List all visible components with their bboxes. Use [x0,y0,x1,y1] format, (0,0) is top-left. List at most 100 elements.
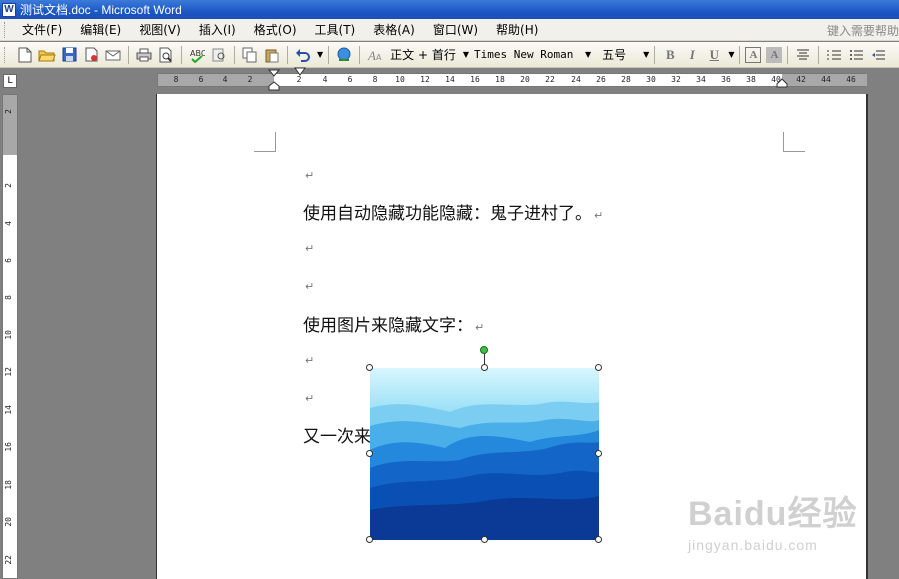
menu-bar: 文件(F) 编辑(E) 视图(V) 插入(I) 格式(O) 工具(T) 表格(A… [0,19,899,41]
right-indent-marker[interactable] [776,78,788,88]
decrease-indent-icon[interactable] [868,45,888,65]
menu-tools[interactable]: 工具(T) [306,19,365,41]
h-ruler-number: 8 [173,75,179,84]
font-size-dropdown[interactable]: 五号 [599,46,639,63]
resize-handle-right[interactable] [595,450,602,457]
paragraph-line[interactable]: 使用自动隐藏功能隐藏：鬼子进村了。 ↵ [303,199,603,224]
toolbar-separator [328,45,330,64]
resize-handle-bottom[interactable] [481,536,488,543]
bold-button[interactable]: B [660,45,680,65]
permission-icon[interactable] [81,45,101,65]
menu-window[interactable]: 窗口(W) [424,19,487,41]
paragraph-mark: ↵ [594,209,604,222]
h-ruler-number: 16 [470,75,480,84]
v-ruler-number: 2 [4,109,13,114]
copy-icon[interactable] [240,45,260,65]
undo-icon[interactable] [293,45,313,65]
paragraph-mark: ↵ [305,242,315,255]
menu-insert[interactable]: 插入(I) [190,19,245,41]
resize-handle-left[interactable] [366,450,373,457]
styles-pane-icon[interactable]: AA [365,45,385,65]
paste-icon[interactable] [262,45,282,65]
resize-handle-bottom-right[interactable] [595,536,602,543]
italic-button[interactable]: I [682,45,702,65]
horizontal-ruler[interactable]: 8 6 4 2 2 4 6 8 10 12 14 16 18 20 22 24 … [157,67,867,91]
research-icon[interactable] [209,45,229,65]
resize-handle-bottom-left[interactable] [366,536,373,543]
v-ruler-number: 16 [4,442,13,452]
svg-text:ABC: ABC [190,49,205,58]
menu-format[interactable]: 格式(O) [245,19,306,41]
char-border-button[interactable]: A [745,46,762,63]
align-center-icon[interactable] [793,45,813,65]
toolbar-separator [654,45,656,64]
h-ruler-number: 2 [247,75,253,84]
save-icon[interactable] [59,45,79,65]
resize-handle-top-left[interactable] [366,364,373,371]
hyperlink-icon[interactable] [334,45,354,65]
menu-file[interactable]: 文件(F) [13,19,71,41]
h-ruler-number: 32 [671,75,681,84]
paragraph-line[interactable]: ↵ [303,349,314,369]
resize-handle-top[interactable] [481,364,488,371]
h-ruler-number: 46 [846,75,856,84]
toolbar-separator [359,45,361,64]
paragraph-line[interactable]: 使用图片来隐藏文字： ↵ [303,311,484,336]
font-size-dropdown-icon[interactable]: ▼ [643,50,649,59]
print-icon[interactable] [134,45,154,65]
menu-view[interactable]: 视图(V) [130,19,190,41]
v-ruler-number: 20 [4,517,13,527]
watermark-brand: Baidu经验 [688,495,858,533]
rotate-handle[interactable] [480,346,488,354]
style-dropdown[interactable]: 正文 + 首行 [387,46,459,63]
menu-help[interactable]: 帮助(H) [487,19,547,41]
h-ruler-number: 36 [721,75,731,84]
numbering-icon[interactable] [824,45,844,65]
spelling-icon[interactable]: ABC [187,45,207,65]
font-dropdown-icon[interactable]: ▼ [585,50,591,59]
underline-button[interactable]: U [704,45,724,65]
undo-dropdown-icon[interactable]: ▼ [317,50,323,59]
help-search-input[interactable]: 键入需要帮助 [827,22,899,39]
paragraph-mark: ↵ [305,354,315,367]
toolbar-grip[interactable] [4,46,7,63]
bullets-icon[interactable] [846,45,866,65]
new-doc-icon[interactable] [15,45,35,65]
paragraph-line[interactable]: ↵ [303,237,314,257]
word-doc-icon: W [2,2,16,17]
paragraph-line[interactable]: 又一次来 [303,422,371,447]
style-dropdown-icon[interactable]: ▼ [463,50,469,59]
menu-grip[interactable] [4,21,7,38]
paragraph-line[interactable]: ↵ [303,275,314,295]
resize-handle-top-right[interactable] [595,364,602,371]
paragraph-line[interactable]: ↵ [303,164,314,184]
menu-table[interactable]: 表格(A) [364,19,424,41]
h-ruler-number: 14 [445,75,455,84]
email-icon[interactable] [103,45,123,65]
tab-selector[interactable]: L [3,74,17,88]
title-bar: W 测试文档.doc - Microsoft Word [0,0,899,19]
h-ruler-number: 10 [395,75,405,84]
print-preview-icon[interactable] [156,45,176,65]
margin-corner-top-left [254,132,276,152]
hanging-indent-marker[interactable] [294,67,306,77]
toolbar-separator [287,45,288,64]
v-ruler-number: 12 [4,367,13,377]
window-title: 测试文档.doc - Microsoft Word [20,3,182,17]
open-folder-icon[interactable] [37,45,57,65]
char-shading-button[interactable]: A [766,46,783,63]
h-ruler-number: 34 [696,75,706,84]
font-dropdown[interactable]: Times New Roman [471,48,581,61]
toolbar-separator [234,45,235,64]
paragraph-line[interactable]: ↵ [303,387,314,407]
svg-text:A: A [376,53,382,62]
vertical-ruler[interactable]: 2 2 4 6 8 10 12 14 16 18 20 22 [2,94,18,579]
blue-mountains-image[interactable] [370,368,599,540]
underline-dropdown-icon[interactable]: ▼ [728,50,734,59]
menu-edit[interactable]: 编辑(E) [71,19,130,41]
toolbar-separator [128,45,129,64]
baidu-watermark: Baidu经验 jingyan.baidu.com [688,486,857,553]
h-ruler-number: 42 [796,75,806,84]
first-line-indent-marker[interactable] [268,69,280,91]
h-ruler-number: 8 [372,75,378,84]
